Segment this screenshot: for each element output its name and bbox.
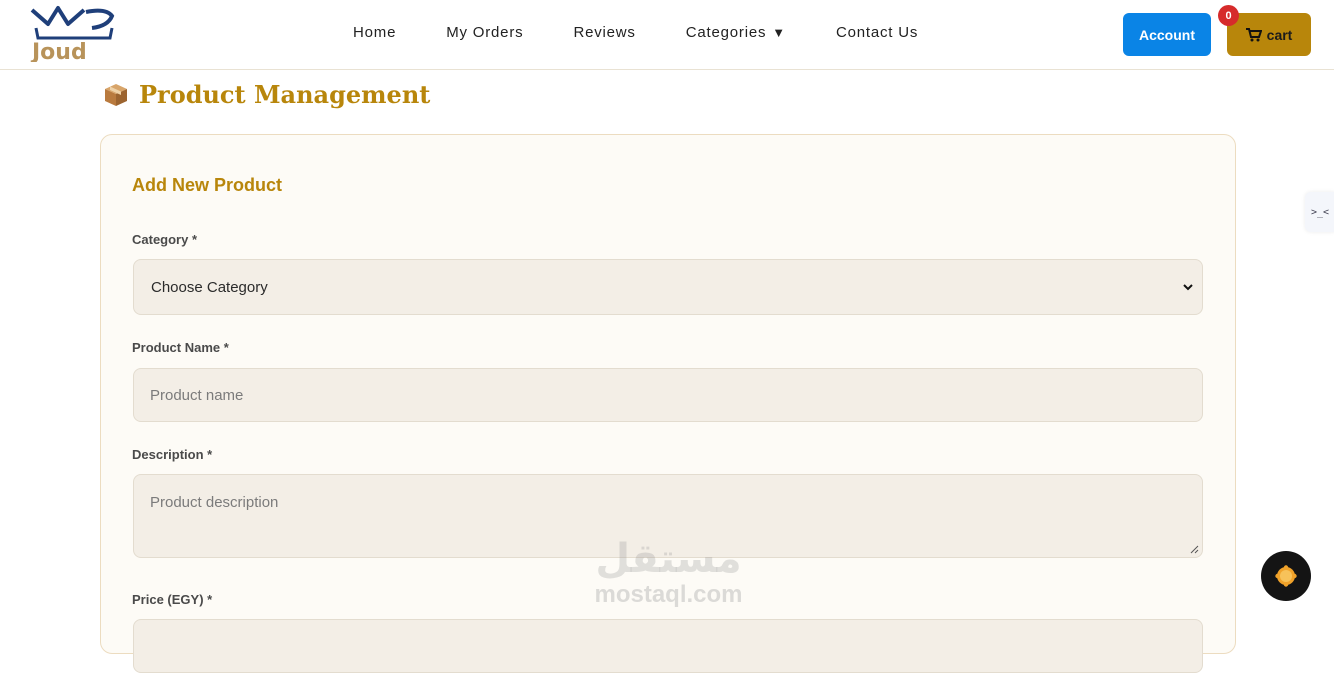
description-placeholder: Product description [150, 494, 279, 511]
side-tab[interactable]: >_< [1305, 192, 1334, 232]
page-title-text: Product Management [139, 80, 431, 109]
chat-button[interactable] [1261, 551, 1311, 601]
description-label: Description * [132, 447, 213, 462]
nav-categories[interactable]: Categories ▼ [686, 24, 786, 41]
cart-count-badge: 0 [1218, 5, 1239, 26]
category-select-value: Choose Category [151, 278, 268, 296]
resize-grip-icon[interactable] [1190, 545, 1199, 554]
site-header: Joud Home My Orders Reviews Categories ▼… [0, 0, 1334, 70]
caret-down-icon: ▼ [772, 25, 786, 40]
chevron-down-icon [1183, 284, 1193, 291]
page-title: Product Management [103, 80, 430, 109]
nav-categories-label: Categories [685, 24, 767, 41]
account-button[interactable]: Account [1123, 13, 1211, 56]
add-product-card: Add New Product Category * Choose Catego… [100, 134, 1236, 673]
category-label: Category * [132, 232, 198, 247]
card-title: Add New Product [132, 175, 283, 195]
package-box-icon [105, 83, 127, 106]
nav-my-orders[interactable]: My Orders [446, 24, 523, 41]
joud-logo[interactable]: Joud [26, 2, 118, 62]
nav-reviews[interactable]: Reviews [573, 24, 635, 41]
cart-button[interactable]: cart [1227, 13, 1311, 56]
nav-home[interactable]: Home [353, 24, 396, 41]
cart-icon [1245, 27, 1262, 41]
product-name-input[interactable]: Product name [133, 368, 1203, 422]
price-input[interactable] [133, 619, 1203, 673]
main-nav: Home My Orders Reviews Categories ▼ Cont… [353, 24, 968, 41]
cart-label: cart [1266, 26, 1293, 43]
category-select[interactable]: Choose Category [133, 259, 1203, 315]
price-label: Price (EGY) * [132, 592, 213, 607]
product-name-label: Product Name * [132, 340, 229, 355]
svg-text:Joud: Joud [30, 40, 87, 62]
description-textarea[interactable]: Product description [133, 474, 1203, 558]
nav-contact-us[interactable]: Contact Us [836, 24, 918, 41]
flower-icon [1275, 565, 1297, 587]
